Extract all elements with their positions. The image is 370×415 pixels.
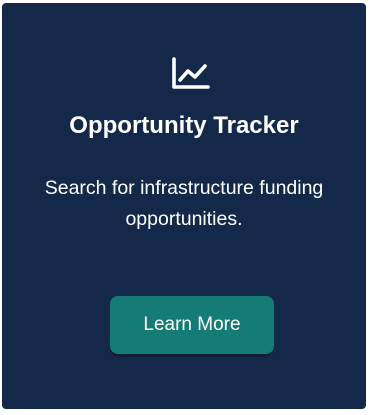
card-description: Search for infrastructure funding opport… (44, 177, 324, 230)
line-chart-icon (172, 57, 210, 89)
opportunity-tracker-card: Opportunity Tracker Search for infrastru… (2, 3, 366, 409)
card-title: Opportunity Tracker (69, 112, 299, 139)
learn-more-button[interactable]: Learn More (110, 296, 274, 354)
